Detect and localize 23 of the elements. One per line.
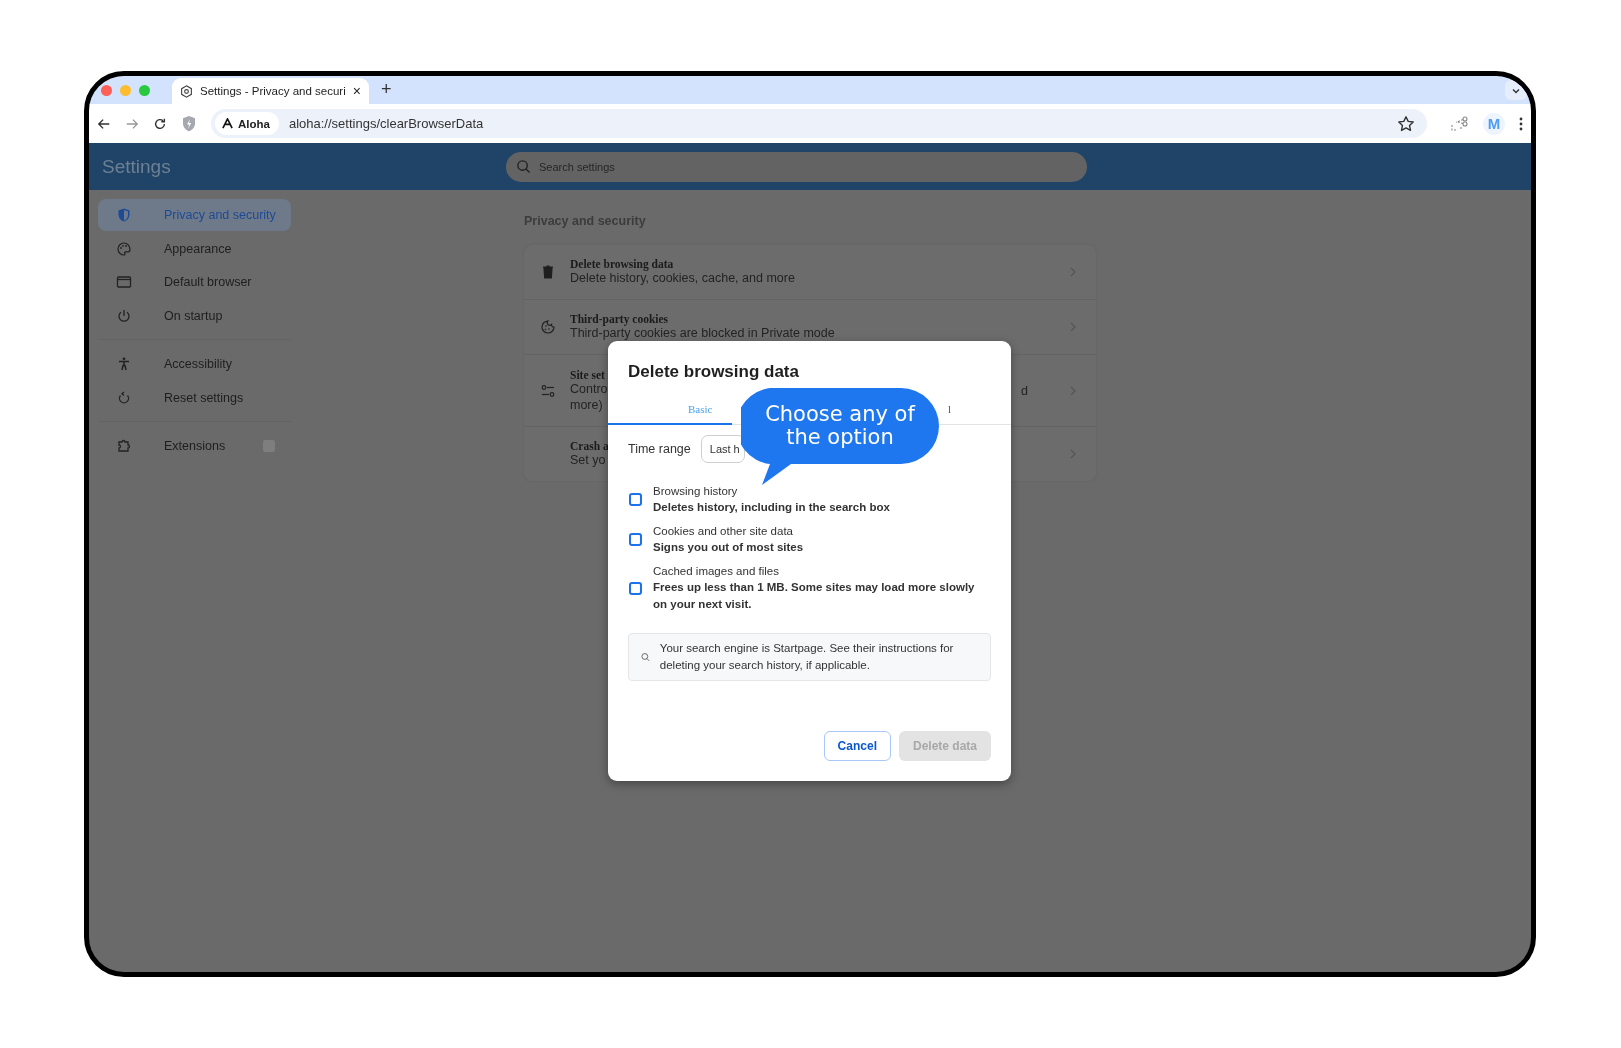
option-label: Browsing history — [653, 484, 739, 499]
row-title: Crash a — [570, 440, 609, 452]
info-text: Your search engine is Startpage. See their instructions for deleting your search history, if applicable. — [659, 641, 955, 673]
option-description: Frees up less than 1 MB. Some sites may load more slowly — [653, 580, 975, 595]
option-description: on your next visit. — [653, 597, 753, 612]
settings-title: Settings — [101, 155, 172, 178]
row-title: Delete browsing data — [570, 258, 674, 270]
row-description: Contro — [570, 380, 608, 397]
row-description: Third-party cookies are blocked in Private mode — [570, 326, 835, 341]
option-description: Deletes history, including in the search box — [653, 500, 890, 515]
option-description: Signs you out of most sites — [653, 540, 804, 555]
row-description: Set yo — [570, 452, 606, 468]
time-range-label: Time range — [628, 442, 691, 456]
row-title: Third-party cookies — [570, 313, 669, 325]
row-title: Site set — [570, 368, 605, 381]
option-label: Cookies and other site data — [653, 524, 794, 539]
row-description: Delete history, cookies, cache, and more — [570, 271, 795, 286]
option-label: Cached images and files — [653, 564, 780, 579]
row-description: d — [1021, 383, 1028, 398]
tab-title: Settings - Privacy and securi — [200, 85, 346, 97]
dialog-title: Delete browsing data — [627, 361, 800, 383]
callout-tooltip: Choose any of the option — [741, 388, 939, 485]
row-description: more) — [570, 396, 603, 413]
